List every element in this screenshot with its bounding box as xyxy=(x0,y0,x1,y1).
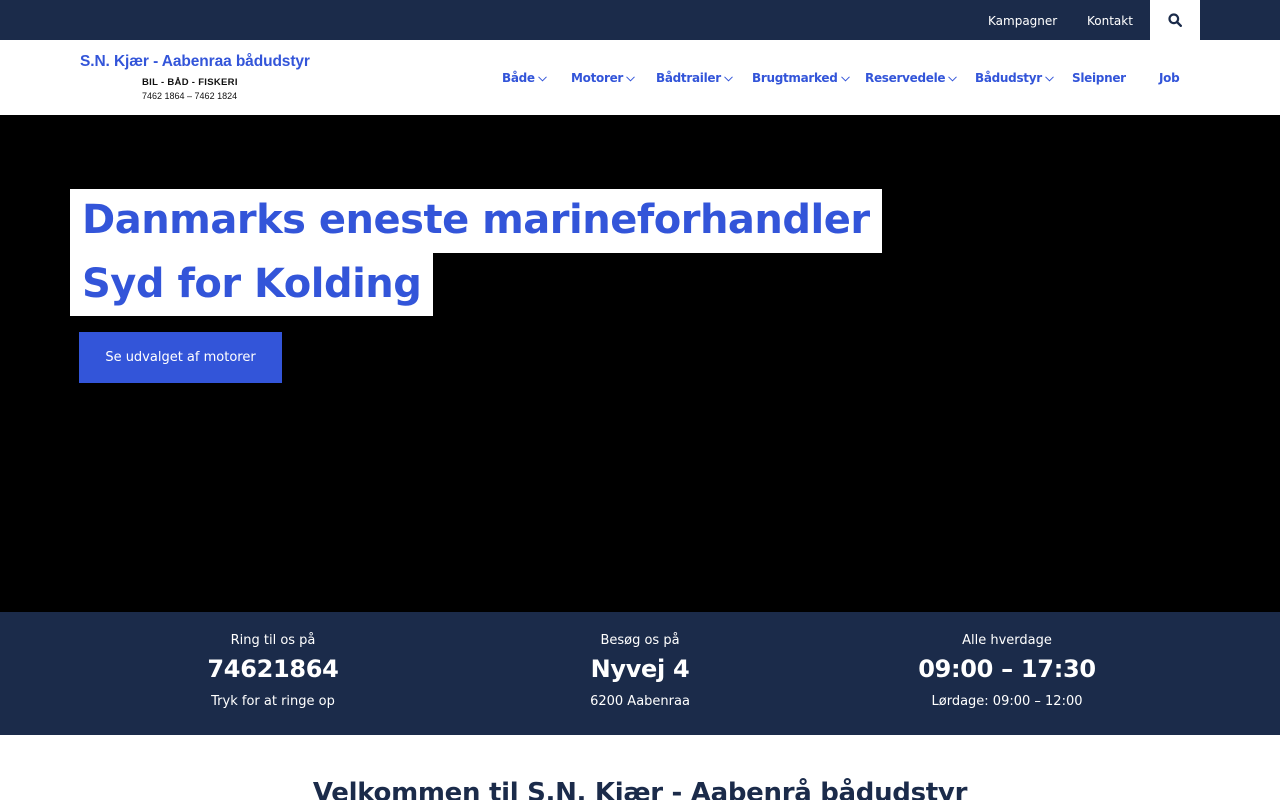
search-button[interactable] xyxy=(1150,0,1200,40)
phone-info[interactable]: Ring til os på 74621864 Tryk for at ring… xyxy=(123,612,423,735)
saturday-hours: Lørdage: 09:00 – 12:00 xyxy=(931,694,1083,709)
phone-number: 74621864 xyxy=(207,655,339,683)
nav-item-label: Bådudstyr xyxy=(975,70,1042,85)
top-utility-bar: Kampagner Kontakt xyxy=(0,0,1280,40)
address-street: Nyvej 4 xyxy=(590,655,690,683)
nav-item-sleipner[interactable]: Sleipner xyxy=(1072,40,1126,115)
phone-label: Ring til os på xyxy=(230,633,316,648)
chevron-down-icon xyxy=(948,75,958,82)
address-info: Besøg os på Nyvej 4 6200 Aabenraa xyxy=(490,612,790,735)
nav-item-baade[interactable]: Både xyxy=(502,40,547,115)
logo-phones: 7462 1864 – 7462 1824 xyxy=(142,91,238,101)
nav-item-reservedele[interactable]: Reservedele xyxy=(865,40,958,115)
site-header: S.N. Kjær - Aabenraa bådudstyr BIL - BÅD… xyxy=(0,40,1280,115)
logo-title: S.N. Kjær - Aabenraa bådudstyr xyxy=(80,53,310,70)
welcome-heading: Velkommen til S.N. Kjær - Aabenrå båduds… xyxy=(312,778,968,800)
kampagner-link[interactable]: Kampagner xyxy=(988,0,1057,40)
nav-item-label: Sleipner xyxy=(1072,70,1126,85)
nav-item-label: Reservedele xyxy=(865,70,946,85)
hours-info: Alle hverdage 09:00 – 17:30 Lørdage: 09:… xyxy=(857,612,1157,735)
chevron-down-icon xyxy=(840,75,850,82)
chevron-down-icon xyxy=(626,75,635,82)
hero-headline-line-1: Danmarks eneste marineforhandler xyxy=(70,189,882,253)
nav-item-job[interactable]: Job xyxy=(1159,40,1180,115)
chevron-down-icon xyxy=(1045,75,1054,82)
chevron-down-icon xyxy=(537,75,547,82)
site-logo[interactable]: S.N. Kjær - Aabenraa bådudstyr BIL - BÅD… xyxy=(80,52,310,104)
nav-item-brugtmarked[interactable]: Brugtmarked xyxy=(752,40,850,115)
weekday-hours: 09:00 – 17:30 xyxy=(918,655,1096,683)
nav-item-label: Både xyxy=(502,70,535,85)
see-motors-button[interactable]: Se udvalget af motorer xyxy=(79,332,282,383)
nav-item-baadtrailer[interactable]: Bådtrailer xyxy=(656,40,733,115)
logo-tagline: BIL - BÅD - FISKERI xyxy=(142,77,238,88)
address-label: Besøg os på xyxy=(600,633,680,648)
nav-item-label: Brugtmarked xyxy=(752,70,838,85)
nav-item-label: Motorer xyxy=(571,70,624,85)
nav-item-label: Job xyxy=(1159,70,1180,85)
nav-item-baadudstyr[interactable]: Bådudstyr xyxy=(975,40,1054,115)
address-city: 6200 Aabenraa xyxy=(590,694,690,709)
hours-label: Alle hverdage xyxy=(962,633,1052,648)
phone-hint: Tryk for at ringe op xyxy=(211,694,335,709)
search-icon xyxy=(1168,13,1182,27)
hero-headline-line-2: Syd for Kolding xyxy=(70,253,434,316)
chevron-down-icon xyxy=(724,75,733,82)
contact-info-band: Ring til os på 74621864 Tryk for at ring… xyxy=(0,612,1280,735)
nav-item-label: Bådtrailer xyxy=(656,70,721,85)
nav-item-motorer[interactable]: Motorer xyxy=(571,40,635,115)
kontakt-link[interactable]: Kontakt xyxy=(1087,0,1133,40)
hero-section: Danmarks eneste marineforhandler Syd for… xyxy=(0,115,1280,612)
